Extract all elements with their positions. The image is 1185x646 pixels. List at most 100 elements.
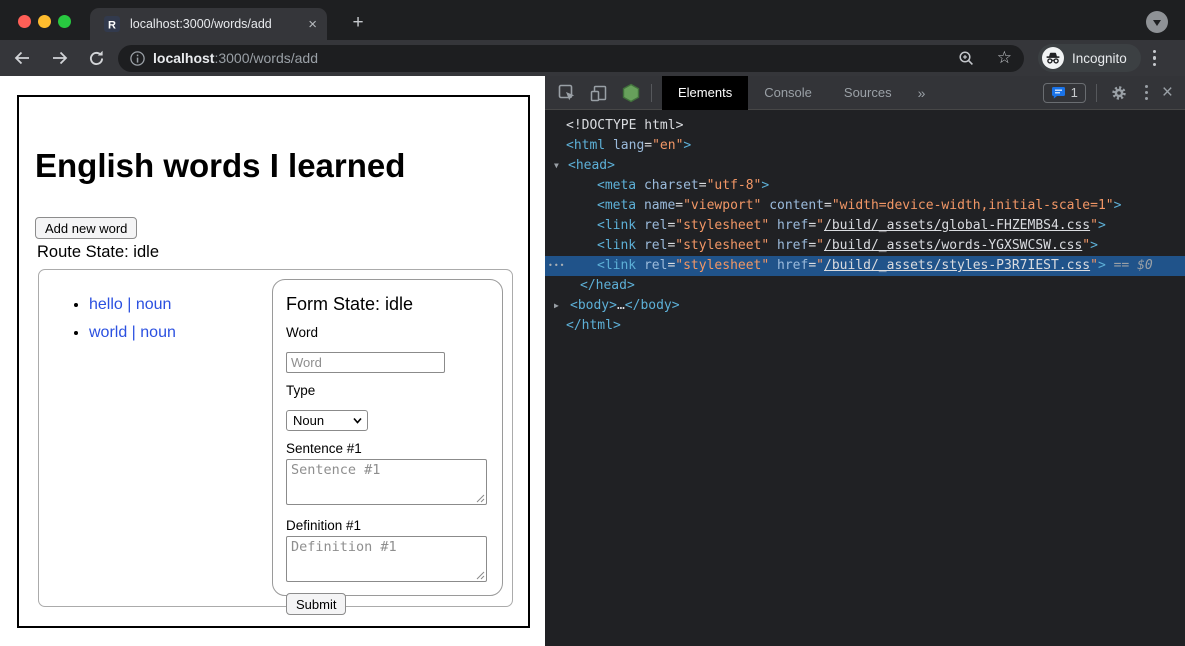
code-token-plain	[636, 218, 644, 233]
type-select[interactable]: Noun	[286, 410, 368, 431]
code-token-link: /build/_assets/styles-P3R7IEST.css	[824, 258, 1090, 273]
dom-tree-node[interactable]: </head>	[545, 276, 1185, 296]
hexagon-icon	[622, 83, 640, 103]
new-tab-button[interactable]: +	[344, 10, 372, 38]
code-token-attr: content	[769, 198, 824, 213]
word-link-hello[interactable]: hello | noun	[89, 296, 171, 313]
browser-tab[interactable]: R localhost:3000/words/add ×	[90, 8, 327, 40]
code-token-tag: <meta	[597, 178, 636, 193]
dom-tree-node[interactable]: ▼ <head>	[545, 156, 1185, 176]
dom-tree-node[interactable]: <meta name="viewport" content="width=dev…	[545, 196, 1185, 216]
inspect-cursor-icon	[558, 84, 576, 102]
divider	[651, 84, 652, 102]
devtools-close-button[interactable]: ×	[1162, 84, 1173, 102]
code-token-attr: href	[777, 218, 808, 233]
dom-tree-node[interactable]: <link rel="stylesheet" href="/build/_ass…	[545, 236, 1185, 256]
dom-tree-node[interactable]: <meta charset="utf-8">	[545, 176, 1185, 196]
url-path: :3000/words/add	[214, 50, 318, 66]
inspect-element-button[interactable]	[557, 83, 577, 103]
url-text: localhost:3000/words/add	[153, 50, 957, 66]
code-token-val: "	[1090, 258, 1098, 273]
browser-window: R localhost:3000/words/add × +	[0, 0, 1185, 646]
word-list: hello | noun world | noun	[89, 296, 176, 352]
mac-minimize-button[interactable]	[38, 15, 51, 28]
code-token-tag: <body>	[570, 298, 617, 313]
dot	[1153, 50, 1157, 54]
resize-grip-icon[interactable]	[476, 571, 485, 580]
node-overflow-dots-icon[interactable]: •••	[548, 256, 565, 276]
code-token-plain: =	[675, 198, 683, 213]
add-new-word-button[interactable]: Add new word	[35, 217, 137, 239]
code-token-val: "stylesheet"	[675, 218, 769, 233]
address-bar[interactable]: localhost:3000/words/add ☆	[118, 45, 1024, 72]
issues-button[interactable]: 1	[1043, 83, 1086, 103]
incognito-label: Incognito	[1072, 51, 1127, 66]
code-token-attr: rel	[644, 238, 667, 253]
code-token-val: "utf-8"	[707, 178, 762, 193]
tab-console[interactable]: Console	[748, 76, 828, 110]
device-toolbar-button[interactable]	[589, 83, 609, 103]
bookmark-star-icon[interactable]: ☆	[997, 48, 1012, 68]
sentence-textarea[interactable]	[286, 459, 487, 505]
tab-elements[interactable]: Elements	[662, 76, 748, 110]
add-word-form-card: Form State: idle Word Type Noun	[272, 279, 503, 596]
code-token-plain: =	[808, 218, 816, 233]
incognito-icon	[1042, 47, 1064, 69]
dot	[1145, 85, 1148, 88]
code-token-val: "stylesheet"	[675, 258, 769, 273]
extension-hexagon-icon[interactable]	[621, 83, 641, 103]
page-info-icon[interactable]	[130, 51, 145, 66]
more-tabs-button[interactable]: »	[908, 85, 936, 101]
content-area: English words I learned Add new word Rou…	[0, 76, 1185, 646]
code-token-plain: =	[808, 258, 816, 273]
gear-icon	[1111, 85, 1127, 101]
word-link-world[interactable]: world | noun	[89, 324, 176, 341]
code-token-plain	[636, 258, 644, 273]
code-token-attr: href	[777, 238, 808, 253]
dom-tree-node-selected[interactable]: •••<link rel="stylesheet" href="/build/_…	[545, 256, 1185, 276]
code-token-meta: == $0	[1106, 258, 1153, 273]
reload-button[interactable]	[84, 46, 108, 70]
type-label: Type	[286, 383, 489, 398]
dom-tree-node[interactable]: <!DOCTYPE html>	[545, 116, 1185, 136]
browser-menu-button[interactable]	[1153, 50, 1157, 67]
back-button[interactable]	[10, 46, 34, 70]
list-item: world | noun	[89, 324, 176, 342]
dom-tree-node[interactable]: <html lang="en">	[545, 136, 1185, 156]
word-input[interactable]	[286, 352, 445, 373]
reload-icon	[87, 49, 106, 68]
code-token-plain: <!DOCTYPE html>	[566, 118, 683, 133]
submit-button[interactable]: Submit	[286, 593, 346, 615]
mac-close-button[interactable]	[18, 15, 31, 28]
browser-toolbar: localhost:3000/words/add ☆ Incognito	[0, 40, 1185, 76]
mac-maximize-button[interactable]	[58, 15, 71, 28]
code-token-tag: >	[683, 138, 691, 153]
forward-button[interactable]	[48, 46, 72, 70]
form-state-text: Form State: idle	[286, 294, 489, 315]
resize-grip-icon[interactable]	[476, 494, 485, 503]
forward-arrow-icon	[50, 48, 70, 68]
tab-sources[interactable]: Sources	[828, 76, 908, 110]
code-token-tag: <head>	[568, 158, 615, 173]
code-token-val: "	[1090, 218, 1098, 233]
expand-arrow-open-icon[interactable]: ▼	[554, 156, 559, 176]
page-body-box: English words I learned Add new word Rou…	[17, 95, 530, 628]
zoom-in-icon[interactable]	[957, 49, 975, 67]
tab-close-icon[interactable]: ×	[308, 17, 317, 32]
devtools-menu-button[interactable]	[1145, 85, 1148, 99]
dom-tree-node[interactable]: ▶<body>…</body>	[545, 296, 1185, 316]
expand-arrow-closed-icon[interactable]: ▶	[554, 296, 559, 316]
definition-textarea[interactable]	[286, 536, 487, 582]
devtools-panel: Elements Console Sources » 1	[545, 76, 1185, 646]
back-arrow-icon	[12, 48, 32, 68]
dot	[1145, 97, 1148, 100]
code-token-plain: =	[699, 178, 707, 193]
code-token-tag: <html	[566, 138, 605, 153]
dom-tree-node[interactable]: </html>	[545, 316, 1185, 336]
code-token-plain	[636, 238, 644, 253]
code-token-val: "	[816, 218, 824, 233]
dom-tree-node[interactable]: <link rel="stylesheet" href="/build/_ass…	[545, 216, 1185, 236]
profile-menu-button[interactable]	[1146, 11, 1168, 33]
settings-button[interactable]	[1109, 83, 1129, 103]
code-token-plain: =	[824, 198, 832, 213]
